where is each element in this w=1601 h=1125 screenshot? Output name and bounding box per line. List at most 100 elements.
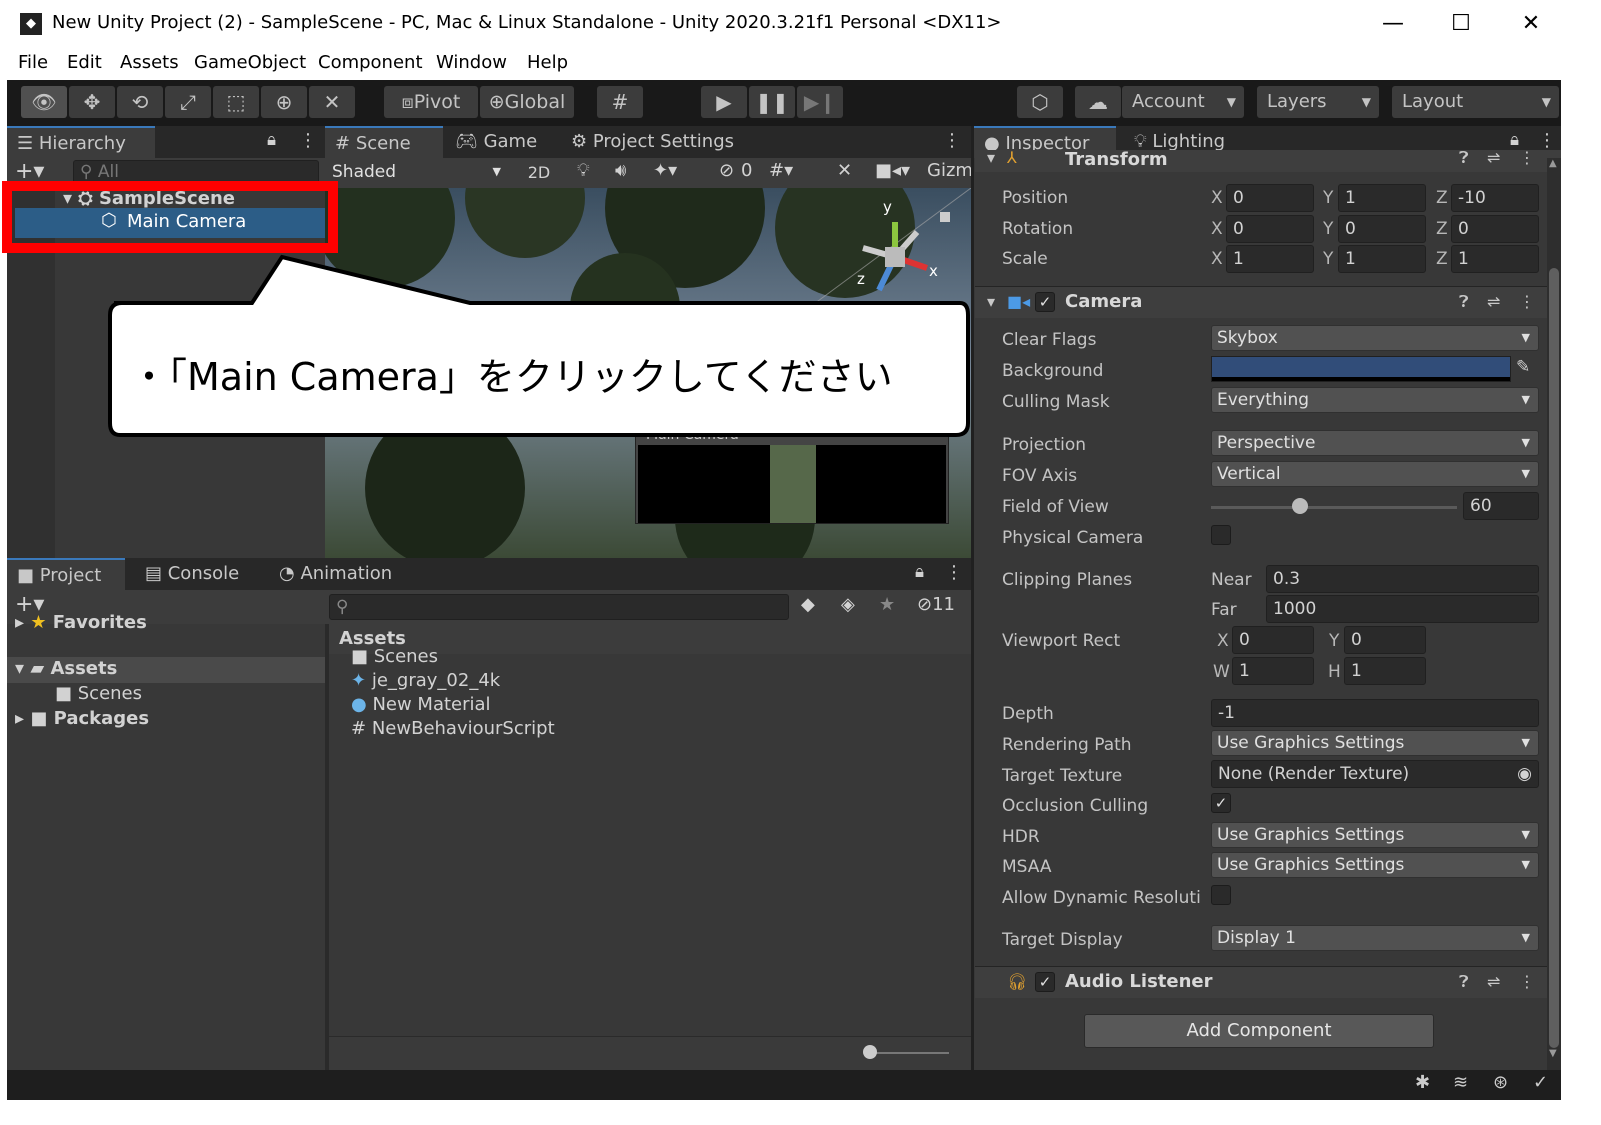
inspector-scrollbar[interactable]: ▲ ▼: [1547, 158, 1561, 1070]
tab-console[interactable]: ▤ Console: [135, 558, 265, 590]
fov-slider-thumb[interactable]: [1291, 498, 1308, 514]
kebab-menu-icon[interactable]: ⋮: [1519, 972, 1535, 991]
tab-project[interactable]: ■ Project: [7, 558, 125, 590]
scale-y-field[interactable]: 1: [1338, 245, 1426, 273]
filter-label-icon[interactable]: ◈: [841, 594, 855, 615]
physical-camera-checkbox[interactable]: [1211, 525, 1231, 545]
cloud-icon[interactable]: ☁: [1075, 86, 1121, 118]
asset-item[interactable]: ■ Scenes: [351, 646, 438, 667]
tree-scenes[interactable]: ■ Scenes: [55, 683, 142, 704]
viewport-x-field[interactable]: 0: [1232, 626, 1314, 654]
asset-item[interactable]: # NewBehaviourScript: [351, 718, 555, 739]
object-picker-icon[interactable]: ◉: [1517, 761, 1532, 787]
lock-icon[interactable]: 🔒︎: [1510, 130, 1519, 150]
fov-value-field[interactable]: 60: [1463, 492, 1539, 520]
menu-edit[interactable]: Edit: [67, 52, 102, 73]
dynamic-resolution-checkbox[interactable]: [1211, 885, 1231, 905]
asset-item[interactable]: ● New Material: [351, 694, 491, 715]
bug-icon[interactable]: ✱: [1415, 1072, 1430, 1093]
icon-size-slider-thumb[interactable]: [863, 1045, 877, 1059]
near-clip-field[interactable]: 0.3: [1266, 565, 1539, 593]
help-icon[interactable]: ❓︎: [1459, 292, 1469, 312]
global-toggle[interactable]: ⊕Global: [480, 86, 574, 118]
light-icon[interactable]: 💡︎: [577, 160, 590, 181]
audio-listener-checkbox[interactable]: ✓: [1035, 972, 1055, 992]
depth-field[interactable]: -1: [1211, 699, 1539, 727]
scale-z-field[interactable]: 1: [1451, 245, 1539, 273]
project-splitter[interactable]: [325, 624, 329, 1070]
scroll-up-icon[interactable]: ▲: [1549, 158, 1557, 169]
viewport-w-field[interactable]: 1: [1232, 657, 1314, 685]
layers-dropdown[interactable]: Layers ▼: [1257, 86, 1379, 118]
play-button[interactable]: ▶: [701, 86, 747, 118]
position-x-field[interactable]: 0: [1226, 184, 1314, 212]
rendering-path-dropdown[interactable]: Use Graphics Settings ▼: [1211, 730, 1539, 756]
fov-axis-dropdown[interactable]: Vertical ▼: [1211, 461, 1539, 487]
menu-gameobject[interactable]: GameObject: [194, 52, 306, 73]
step-button[interactable]: ▶❙: [797, 86, 843, 118]
rotation-y-field[interactable]: 0: [1338, 215, 1426, 243]
scale-tool-icon[interactable]: ⤢: [165, 86, 211, 118]
transform-tool-icon[interactable]: ⊕: [261, 86, 307, 118]
minimize-button[interactable]: —: [1373, 8, 1413, 40]
menu-help[interactable]: Help: [527, 52, 568, 73]
menu-assets[interactable]: Assets: [120, 52, 179, 73]
tab-animation[interactable]: ◔ Animation: [269, 558, 429, 590]
pause-button[interactable]: ❚❚: [749, 86, 795, 118]
move-tool-icon[interactable]: ✥: [69, 86, 115, 118]
add-component-button[interactable]: Add Component: [1084, 1014, 1434, 1048]
scale-x-field[interactable]: 1: [1226, 245, 1314, 273]
fov-slider-track[interactable]: [1211, 506, 1457, 509]
camera-icon[interactable]: ■◂▾: [875, 160, 910, 181]
rotation-x-field[interactable]: 0: [1226, 215, 1314, 243]
position-y-field[interactable]: 1: [1338, 184, 1426, 212]
tree-favorites[interactable]: ▸ ★ Favorites: [15, 612, 147, 633]
clear-flags-dropdown[interactable]: Skybox ▼: [1211, 325, 1539, 351]
viewport-y-field[interactable]: 0: [1344, 626, 1426, 654]
filter-type-icon[interactable]: ◆: [801, 594, 815, 615]
scroll-down-icon[interactable]: ▼: [1549, 1048, 1557, 1059]
view-tool-icon[interactable]: 👁: [21, 86, 67, 118]
hidden-objects-icon[interactable]: ⊘: [719, 160, 734, 181]
icon-size-slider[interactable]: [869, 1052, 949, 1054]
rotate-tool-icon[interactable]: ⟲: [117, 86, 163, 118]
asset-item[interactable]: ✦ je_gray_02_4k: [351, 670, 500, 691]
project-search-input[interactable]: ⚲: [329, 594, 789, 620]
grid-icon[interactable]: #▾: [769, 160, 793, 181]
target-texture-field[interactable]: None (Render Texture) ◉: [1211, 760, 1539, 788]
2d-toggle[interactable]: 2D: [521, 161, 557, 185]
maximize-button[interactable]: ☐: [1441, 8, 1481, 40]
collab-icon[interactable]: ⬡: [1017, 86, 1063, 118]
culling-mask-dropdown[interactable]: Everything ▼: [1211, 387, 1539, 413]
tab-scene[interactable]: # Scene: [325, 126, 443, 158]
audio-icon[interactable]: 🔊︎: [615, 160, 626, 181]
kebab-menu-icon[interactable]: ⋮: [943, 130, 961, 151]
kebab-menu-icon[interactable]: ⋮: [1538, 130, 1556, 151]
lock-icon[interactable]: 🔒︎: [267, 130, 276, 150]
lock-icon[interactable]: 🔒︎: [915, 562, 924, 582]
help-icon[interactable]: ❓︎: [1459, 972, 1469, 992]
tab-game[interactable]: 🎮︎ Game: [445, 126, 555, 158]
presets-icon[interactable]: ⇌: [1487, 972, 1500, 991]
tab-project-settings[interactable]: ⚙ Project Settings: [561, 126, 751, 158]
kebab-menu-icon[interactable]: ⋮: [1519, 292, 1535, 311]
target-display-dropdown[interactable]: Display 1 ▼: [1211, 925, 1539, 951]
occlusion-culling-checkbox[interactable]: ✓: [1211, 793, 1231, 813]
camera-enabled-checkbox[interactable]: ✓: [1035, 292, 1055, 312]
far-clip-field[interactable]: 1000: [1266, 595, 1539, 623]
tools-icon[interactable]: ✕: [837, 160, 852, 181]
tab-hierarchy[interactable]: ☰ Hierarchy: [7, 126, 155, 158]
kebab-menu-icon[interactable]: ⋮: [299, 130, 317, 151]
eyedropper-icon[interactable]: ✎: [1516, 357, 1530, 377]
presets-icon[interactable]: ⇌: [1487, 292, 1500, 311]
auto-generate-icon[interactable]: ⊛: [1493, 1072, 1508, 1093]
projection-dropdown[interactable]: Perspective ▼: [1211, 430, 1539, 456]
effects-icon[interactable]: ✦▾: [653, 160, 677, 181]
tree-assets[interactable]: ▾ ▰ Assets: [7, 657, 325, 683]
menu-component[interactable]: Component: [318, 52, 423, 73]
favorite-star-icon[interactable]: ★: [879, 594, 895, 615]
rotation-z-field[interactable]: 0: [1451, 215, 1539, 243]
audio-listener-header[interactable]: 🎧︎ ✓ Audio Listener ❓︎ ⇌ ⋮: [975, 966, 1561, 998]
custom-tool-icon[interactable]: ✕: [309, 86, 355, 118]
help-icon[interactable]: ❓︎: [1459, 148, 1469, 168]
